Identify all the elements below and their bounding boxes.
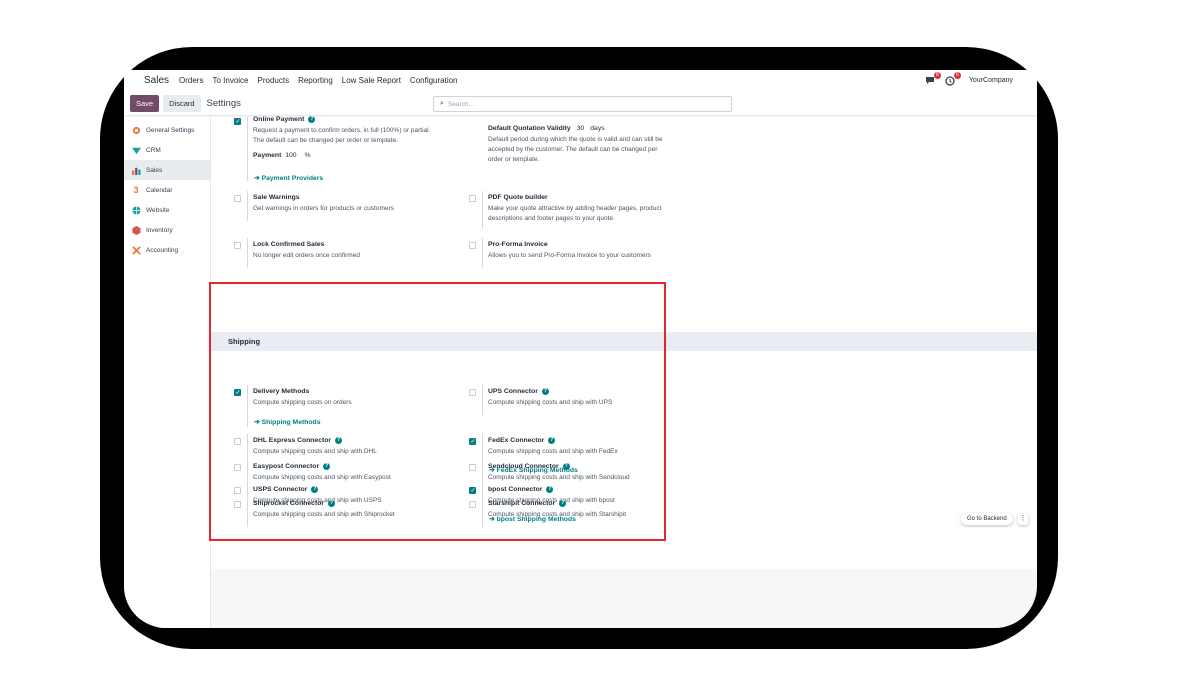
- pdf-quote-builder-checkbox[interactable]: [469, 195, 476, 202]
- menu-to-invoice[interactable]: To Invoice: [212, 76, 248, 85]
- payment-providers-link[interactable]: ➔ Payment Providers: [254, 174, 323, 182]
- option-title: Default Quotation Validity: [488, 125, 571, 132]
- top-navbar: Sales Orders To Invoice Products Reporti…: [124, 70, 1037, 91]
- divider: [482, 238, 483, 268]
- page-title: Settings: [206, 97, 241, 109]
- option-description: descriptions and footer pages to your qu…: [488, 215, 615, 222]
- sale-warnings-checkbox[interactable]: [234, 195, 241, 202]
- option-description: Allows you to send Pro-Forma Invoice to …: [488, 252, 651, 259]
- sidebar-item-crm[interactable]: CRM: [124, 140, 210, 160]
- link-label: Payment Providers: [261, 175, 324, 182]
- activities-badge: 6: [953, 71, 961, 79]
- sidebar-item-general-settings[interactable]: General Settings: [124, 120, 210, 140]
- option-title: Lock Confirmed Sales: [253, 241, 325, 248]
- sale-warnings-option: Sale Warnings Get warnings in orders for…: [253, 194, 473, 214]
- general-settings-icon: [131, 125, 141, 135]
- sidebar-item-accounting[interactable]: Accounting: [124, 240, 210, 260]
- messages-button[interactable]: 8: [925, 71, 941, 86]
- website-icon: [131, 205, 141, 215]
- quotation-validity-option: Default Quotation Validity 30 days Defau…: [488, 125, 708, 165]
- option-description: Request a payment to confirm orders, in …: [253, 127, 431, 134]
- online-payment-checkbox[interactable]: [234, 118, 241, 125]
- payment-label: Payment: [253, 152, 282, 159]
- pro-forma-invoice-checkbox[interactable]: [469, 242, 476, 249]
- sidebar-item-label: Calendar: [146, 186, 173, 194]
- option-description: order or template.: [488, 156, 540, 163]
- company-name[interactable]: YourCompany: [969, 77, 1013, 84]
- menu-configuration[interactable]: Configuration: [410, 76, 458, 85]
- settings-content-continued: [211, 543, 1037, 569]
- pro-forma-invoice-option: Pro-Forma Invoice Allows you to send Pro…: [488, 241, 708, 261]
- validity-unit: days: [590, 125, 605, 132]
- inventory-icon: [131, 225, 141, 235]
- menu-reporting[interactable]: Reporting: [298, 76, 333, 85]
- divider: [247, 117, 248, 181]
- lock-confirmed-sales-option: Lock Confirmed Sales No longer edit orde…: [253, 241, 473, 261]
- sidebar-item-label: Accounting: [146, 246, 179, 254]
- payment-percent-input[interactable]: 100: [285, 152, 296, 159]
- discard-button[interactable]: Discard: [163, 94, 201, 112]
- shipping-highlight-box: [209, 282, 666, 541]
- help-icon[interactable]: ?: [308, 116, 316, 123]
- crm-icon: [131, 145, 141, 155]
- save-button[interactable]: Save: [130, 94, 160, 112]
- settings-sidebar: General Settings CRM Sales 3 Calendar We…: [124, 117, 211, 628]
- menu-orders[interactable]: Orders: [179, 76, 203, 85]
- control-panel: Save Discard Settings ⌕ Search...: [124, 91, 1037, 116]
- validity-days-input[interactable]: 30: [577, 125, 585, 132]
- search-placeholder: Search...: [447, 100, 474, 108]
- divider: [482, 191, 483, 229]
- messages-badge: 8: [933, 71, 941, 79]
- search-input[interactable]: ⌕ Search...: [433, 96, 732, 112]
- sidebar-item-label: CRM: [146, 146, 161, 154]
- app-name[interactable]: Sales: [144, 75, 169, 86]
- accounting-icon: [131, 245, 141, 255]
- sidebar-item-label: General Settings: [146, 126, 195, 134]
- divider: [247, 238, 248, 268]
- sidebar-item-website[interactable]: Website: [124, 200, 210, 220]
- payment-unit: %: [304, 152, 311, 159]
- option-title: PDF Quote builder: [488, 194, 548, 201]
- option-title: Online Payment: [253, 116, 305, 123]
- option-description: Get warnings in orders for products or c…: [253, 205, 394, 212]
- more-options-icon[interactable]: ⋮: [1018, 513, 1028, 525]
- calendar-icon: 3: [133, 185, 139, 195]
- option-description: The default can be changed per order or …: [253, 137, 398, 144]
- sidebar-item-calendar[interactable]: 3 Calendar: [124, 180, 210, 200]
- option-description: Make your quote attractive by adding hea…: [488, 205, 662, 212]
- option-description: accepted by the customer. The default ca…: [488, 146, 658, 153]
- option-title: Pro-Forma Invoice: [488, 241, 548, 248]
- sidebar-item-sales[interactable]: Sales: [124, 160, 210, 180]
- sidebar-item-inventory[interactable]: Inventory: [124, 220, 210, 240]
- sales-icon: [131, 165, 141, 175]
- option-description: No longer edit orders once confirmed: [253, 252, 360, 259]
- lock-confirmed-sales-checkbox[interactable]: [234, 242, 241, 249]
- online-payment-option: Online Payment? Request a payment to con…: [253, 116, 473, 159]
- divider: [247, 191, 248, 221]
- option-description: Default period during which the quote is…: [488, 136, 663, 143]
- search-icon: ⌕: [440, 100, 444, 107]
- activities-button[interactable]: 6: [945, 71, 961, 86]
- menu-products[interactable]: Products: [258, 76, 290, 85]
- sidebar-item-label: Inventory: [146, 226, 173, 234]
- menu-low-sale-report[interactable]: Low Sale Report: [342, 76, 401, 85]
- sidebar-item-label: Sales: [146, 166, 163, 174]
- go-to-backend-button[interactable]: Go to Backend: [961, 513, 1013, 525]
- option-title: Sale Warnings: [253, 194, 300, 201]
- pdf-quote-builder-option: PDF Quote builder Make your quote attrac…: [488, 194, 708, 224]
- sidebar-item-label: Website: [146, 206, 170, 214]
